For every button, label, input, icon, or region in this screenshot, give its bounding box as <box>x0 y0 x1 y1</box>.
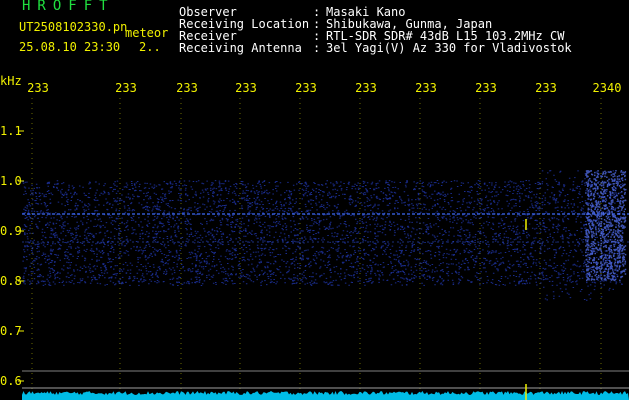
x-tick-label: 233 <box>27 81 49 95</box>
x-tick-label: 233 <box>115 81 137 95</box>
x-tick-label: 233 <box>355 81 377 95</box>
x-tick-label: 233 <box>176 81 198 95</box>
x-tick-label: 233 <box>535 81 557 95</box>
x-tick-label: 233 <box>415 81 437 95</box>
x-tick-label: 2340 <box>593 81 622 95</box>
signal-noise <box>22 170 624 301</box>
x-tick-label: 233 <box>475 81 497 95</box>
x-tick-label: 233 <box>295 81 317 95</box>
baseline-trace <box>22 391 629 400</box>
noise-speckles <box>22 170 624 301</box>
x-tick-label: 233 <box>235 81 257 95</box>
spectrogram-plot: 233 233 233 233 233 233 233 233 233 23401.11.00.9… <box>0 81 629 400</box>
